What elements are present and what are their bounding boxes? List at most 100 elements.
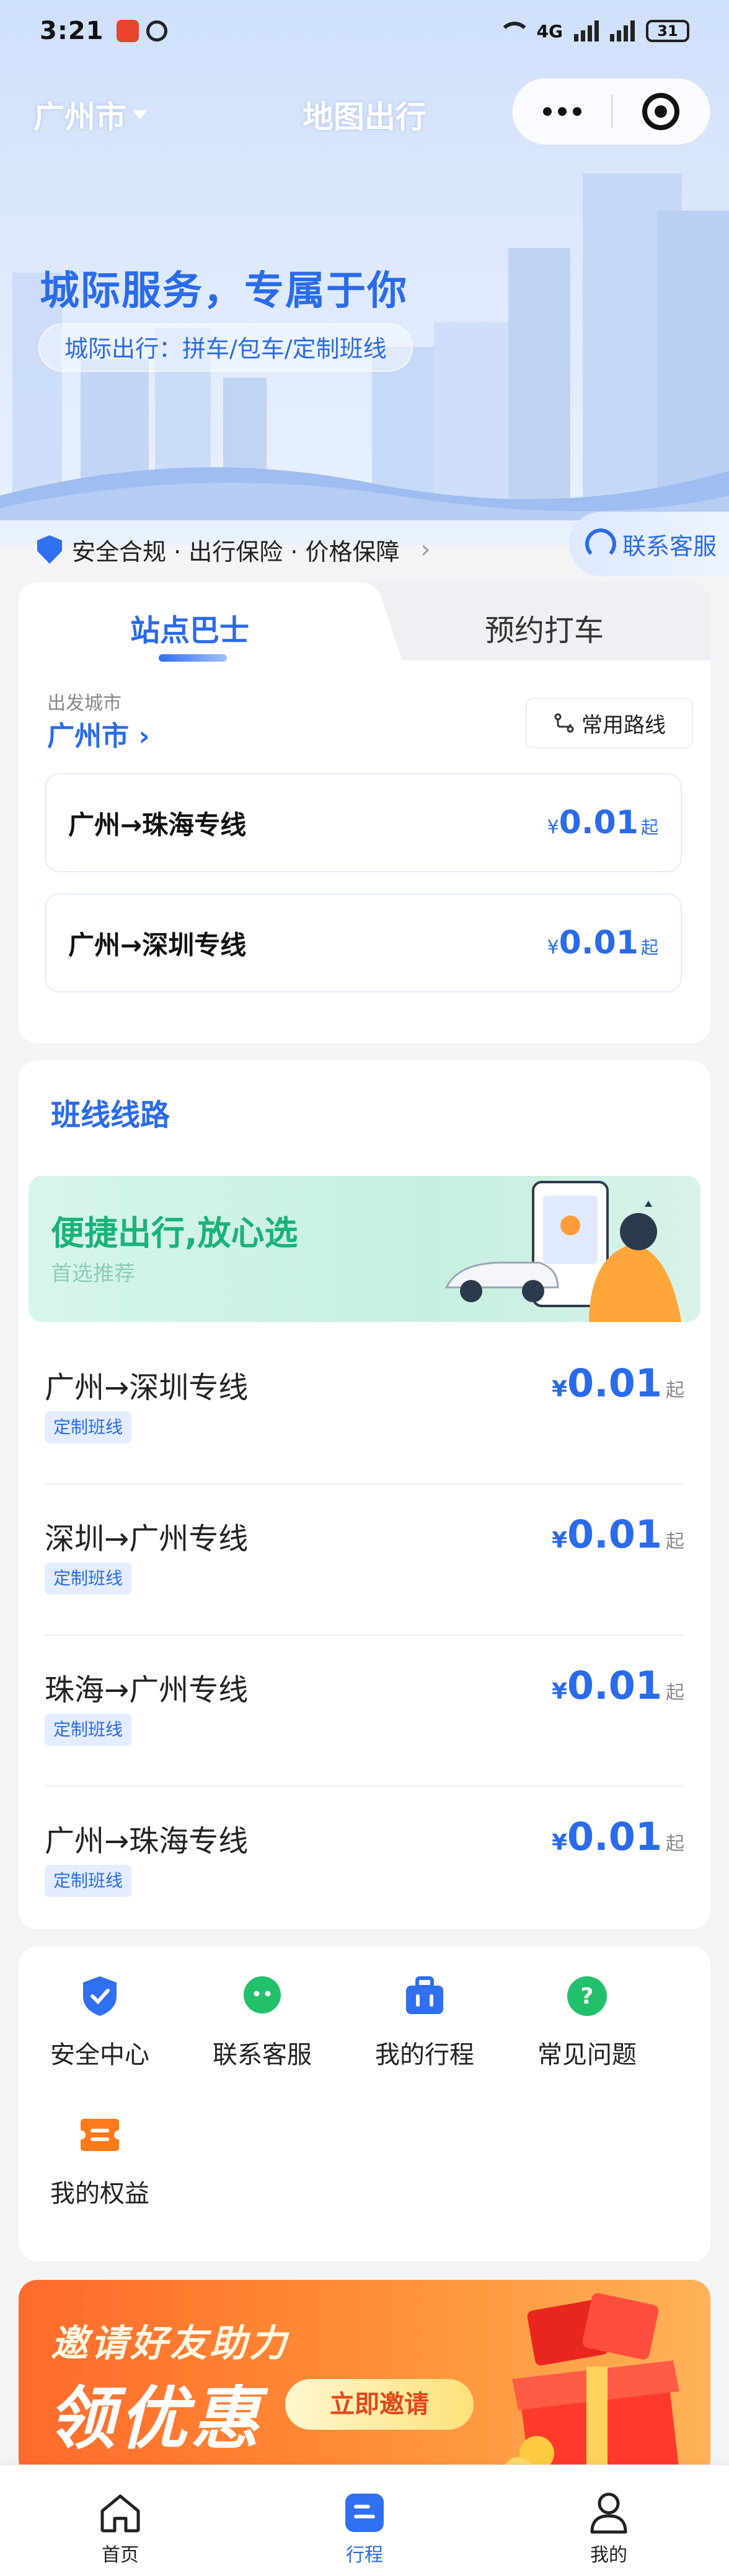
line-price: ¥ 0.01 起 [552,1512,684,1557]
city-selector-label: 广州市 [33,99,126,135]
line-tag: 定制班线 [45,1714,132,1746]
status-time: 3:21 [40,17,104,45]
route-option[interactable]: 广州→珠海专线 ¥ 0.01 起 [45,773,682,872]
safety-text: 安全合规 · 出行保险 · 价格保障 [72,538,400,566]
currency-symbol: ¥ [547,937,559,958]
quick-services-card: 安全中心 联系客服 我的行程 ? 常见问题 我的权益 [19,1947,710,2261]
safety-guarantee-strip[interactable]: 安全合规 · 出行保险 · 价格保障 › [19,512,577,587]
line-tag: 定制班线 [45,1865,132,1897]
line-name: 广州→珠海专线 [45,1824,249,1859]
price-suffix: 起 [666,1833,684,1855]
signal-icon-2 [610,20,635,42]
home-icon [97,2490,143,2536]
price-suffix: 起 [640,817,658,838]
common-routes-label: 常用路线 [581,712,666,738]
notification-app-icon [116,20,139,42]
quick-item-safety-center[interactable]: 安全中心 [19,1947,181,2070]
shield-check-icon [78,1975,122,2017]
caret-down-icon [133,110,148,119]
chevron-right-icon: › [420,535,431,564]
chat-bubble-icon [241,1975,284,2017]
network-type: 4G [536,20,563,42]
line-item[interactable]: 广州→深圳专线 定制班线 ¥ 0.01 起 [45,1333,684,1484]
question-icon: ? [565,1975,609,2017]
route-name: 广州→珠海专线 [68,809,247,840]
currency-symbol: ¥ [551,1377,568,1402]
currency-symbol: ¥ [547,817,559,838]
line-price: ¥ 0.01 起 [552,1663,684,1708]
line-price: ¥ 0.01 起 [552,1814,684,1859]
route-name: 广州→深圳专线 [68,929,247,960]
quick-item-label: 联系客服 [213,2041,312,2069]
price-suffix: 起 [666,1531,684,1553]
route-price: ¥ 0.01 起 [547,804,658,841]
currency-symbol: ¥ [551,1679,568,1704]
route-price: ¥ 0.01 起 [547,924,658,962]
invite-headline: 邀请好友助力 [51,2322,289,2365]
tab-label: 首页 [102,2544,139,2566]
invite-friends-banner[interactable]: 邀请好友助力 领优惠 立即邀请 [19,2280,710,2478]
depart-city-selector[interactable]: 广州市 › [47,714,149,753]
depart-city-label: 出发城市 [47,693,122,714]
close-miniprogram-icon[interactable] [612,93,710,130]
trip-icon [342,2490,387,2536]
quick-item-label: 常见问题 [537,2041,637,2069]
car-phone-illustration [444,1181,682,1322]
line-item[interactable]: 深圳→广州专线 定制班线 ¥ 0.01 起 [45,1484,684,1636]
line-tag: 定制班线 [45,1562,132,1595]
quick-item-faq[interactable]: ? 常见问题 [506,1947,668,2070]
svg-text:?: ? [581,1984,594,2009]
more-icon[interactable] [513,107,611,116]
nav-bar: 广州市 地图出行 [0,74,729,155]
promo-subline: 首选推荐 [51,1261,135,1286]
quick-item-my-benefits[interactable]: 我的权益 [19,2085,181,2209]
hero-slogan: 城际服务，专属于你 [40,268,408,314]
currency-symbol: ¥ [551,1528,568,1553]
quick-item-contact-service[interactable]: 联系客服 [181,1947,343,2070]
city-selector[interactable]: 广州市 [33,92,148,137]
currency-symbol: ¥ [551,1830,568,1855]
price-value: 0.01 [567,1814,662,1859]
tab-station-bus-label[interactable]: 站点巴士 [130,606,249,649]
tab-reserve-taxi-label[interactable]: 预约打车 [485,606,604,649]
line-item[interactable]: 广州→珠海专线 定制班线 ¥ 0.01 起 [45,1787,684,1938]
quick-item-label: 安全中心 [50,2041,149,2069]
status-bar: 3:21 4G 31 [0,0,729,62]
user-icon [586,2490,632,2536]
line-name: 广州→深圳专线 [45,1370,249,1405]
tab-label: 行程 [346,2544,383,2566]
contact-service-label: 联系客服 [622,532,717,560]
price-value: 0.01 [559,804,638,841]
bus-lines-card: 班线线路 便捷出行,放心选 首选推荐 广州→深圳专线 定制班线 ¥ 0.01 起… [19,1061,710,1929]
promo-banner[interactable]: 便捷出行,放心选 首选推荐 [29,1176,700,1322]
price-value: 0.01 [567,1663,662,1708]
signal-icon [574,20,599,42]
quick-item-label: 我的权益 [50,2180,149,2208]
bottom-tab-bar: 首页 行程 我的 [0,2464,729,2576]
alarm-icon [146,20,167,42]
chevron-right-icon: › [138,721,150,752]
price-suffix: 起 [666,1682,684,1704]
battery-icon: 31 [646,20,689,42]
route-option[interactable]: 广州→深圳专线 ¥ 0.01 起 [45,893,682,992]
invite-now-button[interactable]: 立即邀请 [285,2379,474,2430]
hero-header: 3:21 4G 31 广州市 地图出行 城际服务，专属于你 城际出行：拼车/包车… [0,0,729,545]
common-routes-button[interactable]: 常用路线 [526,698,693,748]
line-item[interactable]: 珠海→广州专线 定制班线 ¥ 0.01 起 [45,1636,684,1787]
tab-trips[interactable]: 行程 [272,2465,457,2576]
depart-city-value: 广州市 [47,721,129,752]
headset-icon [585,528,616,559]
invite-offer-text: 领优惠 [47,2379,263,2458]
wifi-icon [496,20,531,42]
line-name: 深圳→广州专线 [45,1522,249,1556]
hero-sub-slogan: 城际出行：拼车/包车/定制班线 [38,323,413,372]
promo-headline: 便捷出行,放心选 [51,1214,298,1253]
price-value: 0.01 [567,1360,662,1406]
price-suffix: 起 [666,1380,684,1401]
contact-service-button[interactable]: 联系客服 [569,512,729,576]
tab-mine[interactable]: 我的 [516,2465,702,2576]
quick-item-my-trips[interactable]: 我的行程 [343,1947,506,2070]
briefcase-icon [403,1975,446,2017]
ticket-icon [78,2114,122,2156]
tab-home[interactable]: 首页 [27,2465,213,2576]
